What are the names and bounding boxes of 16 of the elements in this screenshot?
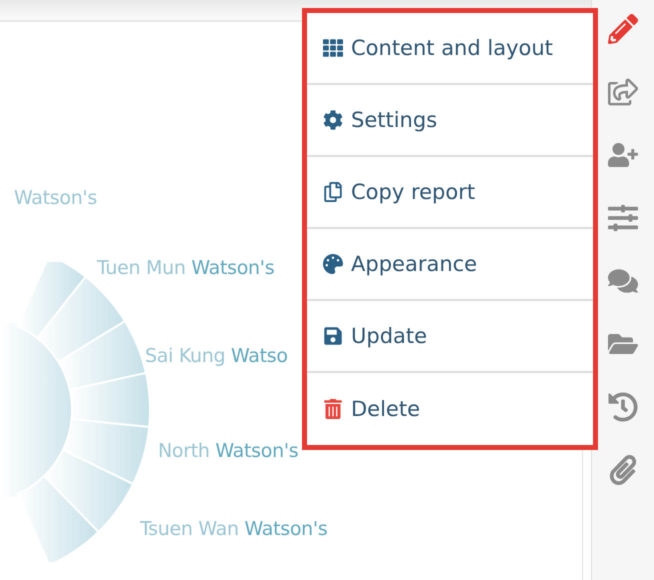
chart-label: Tsuen Wan Watson's [140,518,328,540]
history-icon[interactable] [608,392,638,422]
share-icon[interactable] [608,77,638,107]
sliders-icon[interactable] [608,203,638,233]
trash-icon [323,399,343,419]
chart-label: Watson's [14,187,97,209]
grid-icon [323,38,343,58]
copy-icon [323,182,343,202]
gear-icon [323,110,343,130]
chart-label: Tuen Mun Watson's [97,257,274,279]
paperclip-icon[interactable] [608,455,638,485]
add-user-icon[interactable] [608,140,638,170]
palette-icon [323,254,343,274]
chart-label: North Watson's [158,440,298,462]
chart-label: Sai Kung Watso [145,345,288,367]
pencil-icon[interactable] [608,14,638,44]
